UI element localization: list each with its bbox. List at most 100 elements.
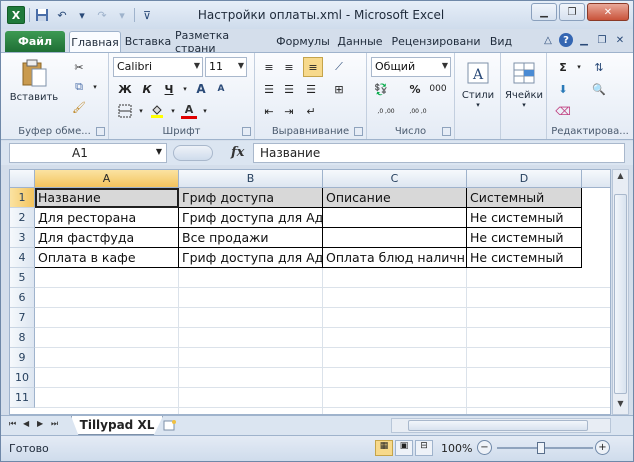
- underline-button[interactable]: Ч: [161, 81, 177, 97]
- row-header[interactable]: 5: [10, 268, 35, 288]
- vertical-scrollbar[interactable]: ▲ ▼: [612, 169, 629, 415]
- formula-input[interactable]: Название: [253, 143, 625, 163]
- name-box[interactable]: A1 ▼: [9, 143, 167, 163]
- maximize-button[interactable]: ❐: [559, 3, 585, 21]
- merge-center-icon[interactable]: ⊞: [331, 81, 347, 97]
- prev-sheet-icon[interactable]: ◀: [23, 419, 34, 432]
- clear-icon[interactable]: ⌫: [555, 103, 571, 119]
- next-sheet-icon[interactable]: ▶: [37, 419, 48, 432]
- tab-data[interactable]: Данные: [335, 31, 385, 52]
- row-header[interactable]: 1: [10, 188, 35, 208]
- worksheet-grid[interactable]: A B C D 1 2 3 4 5 6 7 8 9 10 11 Название…: [9, 169, 611, 415]
- cells-button[interactable]: Ячейки ▾: [503, 59, 545, 109]
- cell-C3[interactable]: [323, 228, 467, 248]
- row-header[interactable]: 8: [10, 328, 35, 348]
- dropdown-arrow-icon[interactable]: ▾: [197, 103, 213, 119]
- cell-D1[interactable]: Системный: [467, 188, 582, 208]
- cut-icon[interactable]: ✂: [71, 59, 87, 75]
- zoom-out-icon[interactable]: −: [477, 440, 492, 455]
- dialog-launcher-icon[interactable]: [96, 127, 105, 136]
- cell-A4[interactable]: Оплата в кафе: [35, 248, 179, 268]
- row-header[interactable]: 7: [10, 308, 35, 328]
- fill-color-icon[interactable]: [149, 103, 165, 119]
- row-header[interactable]: 10: [10, 368, 35, 388]
- cell-A1[interactable]: Название: [35, 188, 179, 208]
- tab-view[interactable]: Вид: [487, 31, 515, 52]
- minimize-ribbon-icon[interactable]: △: [541, 33, 555, 47]
- cell-D3[interactable]: Не системный: [467, 228, 582, 248]
- sort-filter-icon[interactable]: ⇅: [591, 59, 607, 75]
- font-size-select[interactable]: 11 ▼: [205, 57, 247, 77]
- dropdown-arrow-icon[interactable]: ▾: [87, 79, 103, 95]
- increase-indent-icon[interactable]: ⇥: [281, 103, 297, 119]
- scroll-down-icon[interactable]: ▼: [614, 399, 627, 413]
- cell-C2[interactable]: [323, 208, 467, 228]
- increase-decimal-button[interactable]: ,0 ,00: [373, 103, 399, 119]
- insert-function-button[interactable]: fx: [231, 145, 244, 160]
- column-header[interactable]: D: [467, 170, 582, 188]
- dialog-launcher-icon[interactable]: [442, 127, 451, 136]
- cell-B4[interactable]: Гриф доступа для Адм: [179, 248, 323, 268]
- font-name-select[interactable]: Calibri ▼: [113, 57, 203, 77]
- row-header[interactable]: 3: [10, 228, 35, 248]
- cell-C4[interactable]: Оплата блюд наличн: [323, 248, 467, 268]
- dropdown-arrow-icon[interactable]: ▾: [177, 81, 193, 97]
- customize-icon[interactable]: ⊽: [139, 7, 155, 23]
- row-header[interactable]: 4: [10, 248, 35, 268]
- borders-icon[interactable]: [117, 103, 133, 119]
- save-icon[interactable]: [34, 7, 50, 23]
- column-header[interactable]: C: [323, 170, 467, 188]
- zoom-level[interactable]: 100%: [441, 442, 472, 455]
- align-top-icon[interactable]: ≡: [261, 59, 277, 75]
- horizontal-scroll-thumb[interactable]: [408, 420, 588, 431]
- currency-icon[interactable]: 💱: [373, 81, 389, 97]
- find-select-icon[interactable]: 🔍: [591, 81, 607, 97]
- increase-font-icon[interactable]: A: [193, 81, 209, 97]
- dropdown-arrow-icon[interactable]: ▾: [165, 103, 181, 119]
- tab-insert[interactable]: Вставка: [123, 31, 173, 52]
- align-middle-icon[interactable]: ≡: [281, 59, 297, 75]
- horizontal-scrollbar[interactable]: [391, 418, 611, 433]
- wrap-text-icon[interactable]: ↵: [303, 103, 319, 119]
- insert-sheet-icon[interactable]: [163, 419, 179, 432]
- decrease-decimal-button[interactable]: ,00 ,0: [405, 103, 431, 119]
- close-workbook-icon[interactable]: ✕: [613, 33, 627, 47]
- zoom-slider[interactable]: [497, 447, 593, 449]
- dialog-launcher-icon[interactable]: [354, 127, 363, 136]
- zoom-slider-knob[interactable]: [537, 442, 545, 454]
- align-bottom-icon[interactable]: ≡: [303, 57, 323, 77]
- first-sheet-icon[interactable]: ⏮: [9, 419, 20, 432]
- redo-icon[interactable]: ↷: [94, 7, 110, 23]
- scroll-up-icon[interactable]: ▲: [614, 171, 627, 185]
- percent-button[interactable]: %: [407, 81, 423, 97]
- zoom-in-icon[interactable]: +: [595, 440, 610, 455]
- tab-formulas[interactable]: Формулы: [273, 31, 333, 52]
- tab-home[interactable]: Главная: [69, 31, 121, 52]
- column-header[interactable]: A: [35, 170, 179, 188]
- close-button[interactable]: ✕: [587, 3, 629, 21]
- row-header[interactable]: 6: [10, 288, 35, 308]
- tab-file[interactable]: Файл: [5, 31, 65, 52]
- autosum-button[interactable]: Σ: [555, 59, 571, 75]
- fill-icon[interactable]: ⬇: [555, 81, 571, 97]
- help-icon[interactable]: ?: [559, 33, 573, 47]
- sheet-tab-active[interactable]: Tillypad XL: [71, 416, 163, 435]
- dropdown-arrow-icon[interactable]: ▾: [74, 7, 90, 23]
- last-sheet-icon[interactable]: ⏭: [51, 419, 62, 432]
- bold-button[interactable]: Ж: [117, 81, 133, 97]
- undo-icon[interactable]: ↶: [54, 7, 70, 23]
- align-right-icon[interactable]: ☰: [303, 81, 319, 97]
- dropdown-arrow-icon[interactable]: ▾: [571, 59, 587, 75]
- copy-icon[interactable]: ⧉: [71, 79, 87, 95]
- cell-D4[interactable]: Не системный: [467, 248, 582, 268]
- empty-cells[interactable]: [35, 268, 610, 414]
- vertical-scroll-thumb[interactable]: [614, 194, 627, 394]
- styles-button[interactable]: A Стили ▾: [457, 59, 499, 109]
- row-header[interactable]: 2: [10, 208, 35, 228]
- italic-button[interactable]: К: [139, 81, 155, 97]
- font-color-icon[interactable]: A: [181, 103, 197, 119]
- row-header[interactable]: 9: [10, 348, 35, 368]
- page-layout-view-icon[interactable]: ▣: [395, 440, 413, 456]
- paste-button[interactable]: Вставить: [9, 57, 59, 103]
- column-header[interactable]: B: [179, 170, 323, 188]
